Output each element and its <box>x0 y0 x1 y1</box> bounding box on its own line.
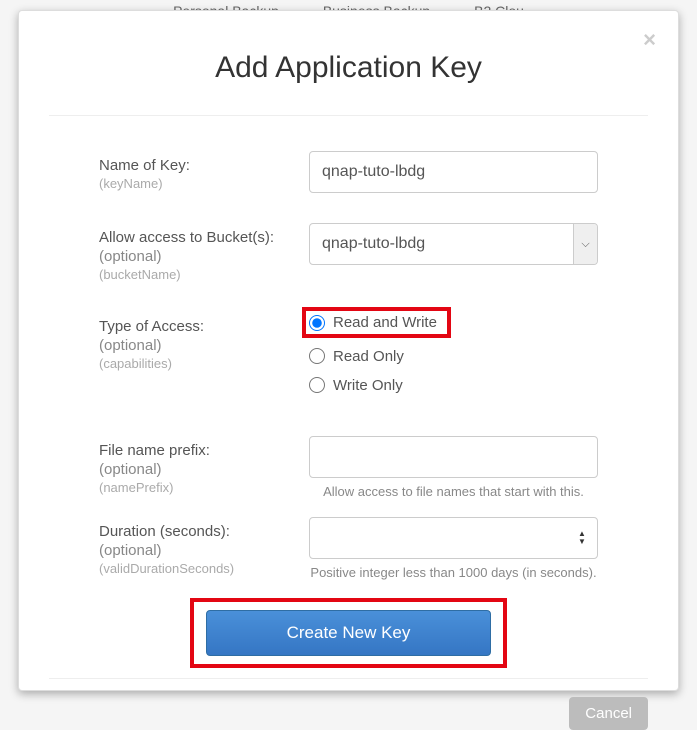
create-new-key-button[interactable]: Create New Key <box>206 610 492 656</box>
duration-hint: Positive integer less than 1000 days (in… <box>309 565 598 580</box>
label-key-name: Name of Key: (keyName) <box>99 151 309 191</box>
highlight-create-button: Create New Key <box>190 598 508 668</box>
close-icon[interactable]: × <box>643 29 656 51</box>
label-access-type: Type of Access: (optional) (capabilities… <box>99 312 309 371</box>
row-access-type: Type of Access: (optional) (capabilities… <box>99 312 598 406</box>
add-application-key-modal: × Add Application Key Name of Key: (keyN… <box>18 10 679 691</box>
create-button-row: Create New Key <box>99 598 598 668</box>
modal-footer: Cancel <box>49 679 648 730</box>
prefix-hint: Allow access to file names that start wi… <box>309 484 598 499</box>
key-name-input[interactable] <box>309 151 598 193</box>
row-bucket: Allow access to Bucket(s): (optional) (b… <box>99 223 598 282</box>
label-bucket: Allow access to Bucket(s): (optional) (b… <box>99 223 309 282</box>
chevron-down-icon[interactable]: ⌵ <box>573 224 597 264</box>
number-spinner-icon[interactable]: ▲▼ <box>578 529 592 547</box>
row-key-name: Name of Key: (keyName) <box>99 151 598 193</box>
radio-read-only[interactable]: Read Only <box>309 348 598 365</box>
access-radio-group: Read and Write Read Only Write Only <box>309 312 598 394</box>
radio-read-write[interactable]: Read and Write <box>309 314 437 331</box>
radio-write-only[interactable]: Write Only <box>309 377 598 394</box>
bucket-select[interactable]: ⌵ <box>309 223 598 265</box>
prefix-input[interactable] <box>309 436 598 478</box>
cancel-button[interactable]: Cancel <box>569 697 648 730</box>
radio-write-only-input[interactable] <box>309 377 325 393</box>
modal-title: Add Application Key <box>49 51 648 85</box>
form-body: Name of Key: (keyName) Allow access to B… <box>49 116 648 678</box>
radio-read-write-input[interactable] <box>309 315 325 331</box>
bucket-select-value[interactable] <box>309 223 598 265</box>
row-prefix: File name prefix: (optional) (namePrefix… <box>99 436 598 499</box>
label-duration: Duration (seconds): (optional) (validDur… <box>99 517 309 576</box>
radio-read-only-input[interactable] <box>309 348 325 364</box>
highlight-read-write: Read and Write <box>302 307 451 338</box>
duration-input[interactable] <box>309 517 598 559</box>
row-duration: Duration (seconds): (optional) (validDur… <box>99 517 598 580</box>
label-prefix: File name prefix: (optional) (namePrefix… <box>99 436 309 495</box>
